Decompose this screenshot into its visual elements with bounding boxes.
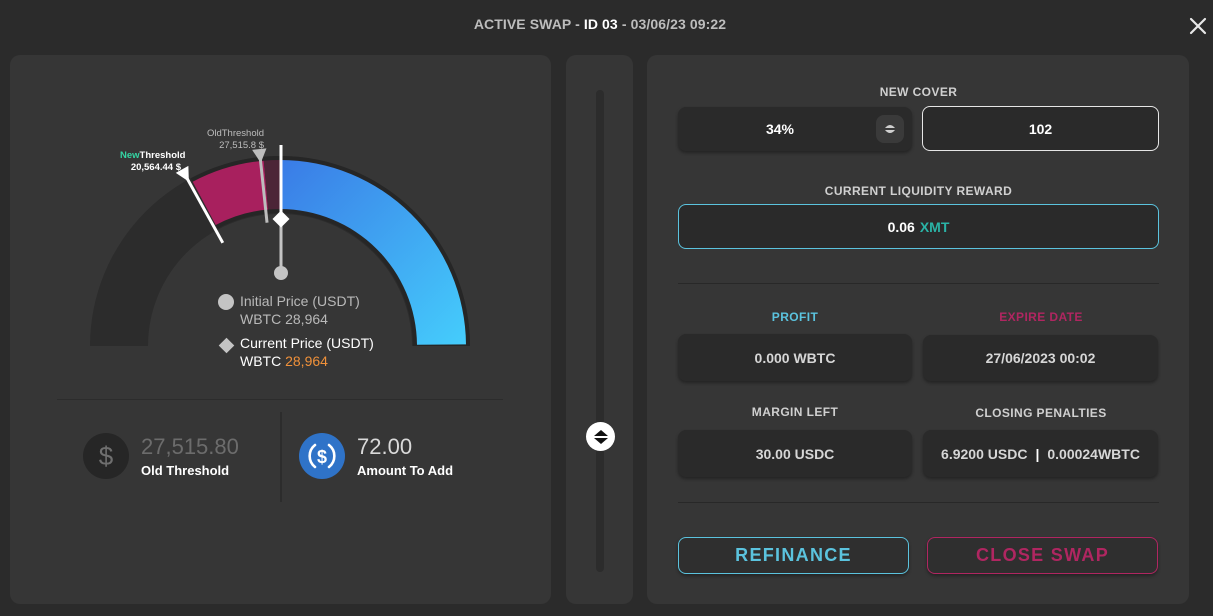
divider <box>678 283 1159 284</box>
closing-penalties-label: CLOSING PENALTIES <box>975 406 1107 420</box>
new-threshold-value: 20,564.44 $ <box>131 162 182 173</box>
circle-icon <box>218 294 234 310</box>
liquidity-reward-value: 0.06 <box>887 218 915 235</box>
diamond-icon <box>218 337 235 354</box>
closing-penalties-wbtc: 0.00024WBTC <box>1047 445 1140 462</box>
price-legend: Initial Price (USDT) WBTC 28,964 Current… <box>218 292 374 376</box>
current-price-prefix: WBTC <box>240 353 286 369</box>
profit-display: 0.000 WBTC <box>678 334 912 381</box>
amount-to-add-value: 72.00 <box>357 433 413 459</box>
vertical-slider-track[interactable] <box>596 90 604 572</box>
swap-id: ID 03 <box>583 16 618 32</box>
svg-text:$: $ <box>317 447 327 467</box>
margin-left-display: 30.00 USDC <box>678 430 912 477</box>
old-threshold-stat: $ 27,515.80 Old Threshold <box>83 433 239 479</box>
dollar-icon: $ <box>83 433 129 479</box>
legend-current-price: Current Price (USDT) WBTC 28,964 <box>218 334 374 370</box>
profit-label: PROFIT <box>771 310 819 324</box>
margin-left-value: 30.00 USDC <box>755 445 835 462</box>
legend-initial-price: Initial Price (USDT) WBTC 28,964 <box>218 292 374 328</box>
modal-title: ACTIVE SWAP - ID 03 - 03/06/23 09:22 <box>0 16 1200 32</box>
refinance-button[interactable]: REFINANCE <box>678 537 909 574</box>
usdc-icon: $ <box>299 433 345 479</box>
initial-price-value: 28,964 <box>285 311 328 327</box>
old-threshold-amount: 27,515.80 <box>141 433 239 459</box>
divider <box>280 412 282 502</box>
up-down-arrows-icon <box>593 429 608 444</box>
swap-details-panel: NEW COVER 34% 102 CURRENT LIQUIDITY REWA… <box>647 55 1189 604</box>
vertical-slider-handle[interactable] <box>586 422 615 451</box>
divider <box>678 502 1159 503</box>
liquidity-reward-label: CURRENT LIQUIDITY REWARD <box>824 184 1013 198</box>
new-cover-percent-value: 34% <box>765 121 795 137</box>
new-cover-amount-input[interactable]: 102 <box>922 106 1159 151</box>
expire-date-display: 27/06/2023 00:02 <box>923 335 1158 381</box>
new-cover-amount-value: 102 <box>1028 120 1053 137</box>
percent-stepper[interactable] <box>876 115 904 143</box>
close-icon <box>1189 17 1207 35</box>
up-down-arrows-icon <box>885 125 895 133</box>
close-button[interactable] <box>1186 14 1210 38</box>
close-swap-button[interactable]: CLOSE SWAP <box>927 537 1158 574</box>
title-prefix: ACTIVE SWAP - <box>473 16 584 32</box>
amount-to-add-caption: Amount To Add <box>357 462 454 478</box>
old-threshold-label: OldThreshold <box>207 128 264 139</box>
slider-panel <box>566 55 633 604</box>
gauge-panel: NewThreshold 20,564.44 $ OldThreshold 27… <box>10 55 551 604</box>
closing-penalties-usdc: 6.9200 USDC <box>941 445 1028 462</box>
initial-price-prefix: WBTC <box>240 311 286 327</box>
divider <box>57 399 503 400</box>
closing-penalties-display: 6.9200 USDC | 0.00024WBTC <box>923 430 1158 477</box>
expire-date-value: 27/06/2023 00:02 <box>985 350 1096 366</box>
liquidity-reward-display: 0.06 XMT <box>678 204 1159 249</box>
margin-left-label: MARGIN LEFT <box>751 405 839 419</box>
new-cover-percent-input[interactable]: 34% <box>678 107 912 151</box>
expire-date-label: EXPIRE DATE <box>999 310 1083 324</box>
liquidity-reward-token: XMT <box>919 218 950 235</box>
initial-price-label: Initial Price (USDT) <box>240 293 360 309</box>
old-threshold-value: 27,515.8 $ <box>219 140 265 151</box>
profit-value: 0.000 WBTC <box>754 349 836 366</box>
current-price-value: 28,964 <box>285 353 328 369</box>
old-threshold-caption: Old Threshold <box>141 462 230 478</box>
title-date: - 03/06/23 09:22 <box>617 16 727 32</box>
new-threshold-label: NewThreshold <box>120 150 186 161</box>
amount-to-add-stat: $ 72.00 Amount To Add <box>299 433 453 479</box>
initial-price-dot-icon <box>274 266 288 280</box>
closing-penalties-separator: | <box>1035 445 1040 462</box>
new-cover-label: NEW COVER <box>879 85 958 99</box>
current-price-label: Current Price (USDT) <box>240 335 374 351</box>
